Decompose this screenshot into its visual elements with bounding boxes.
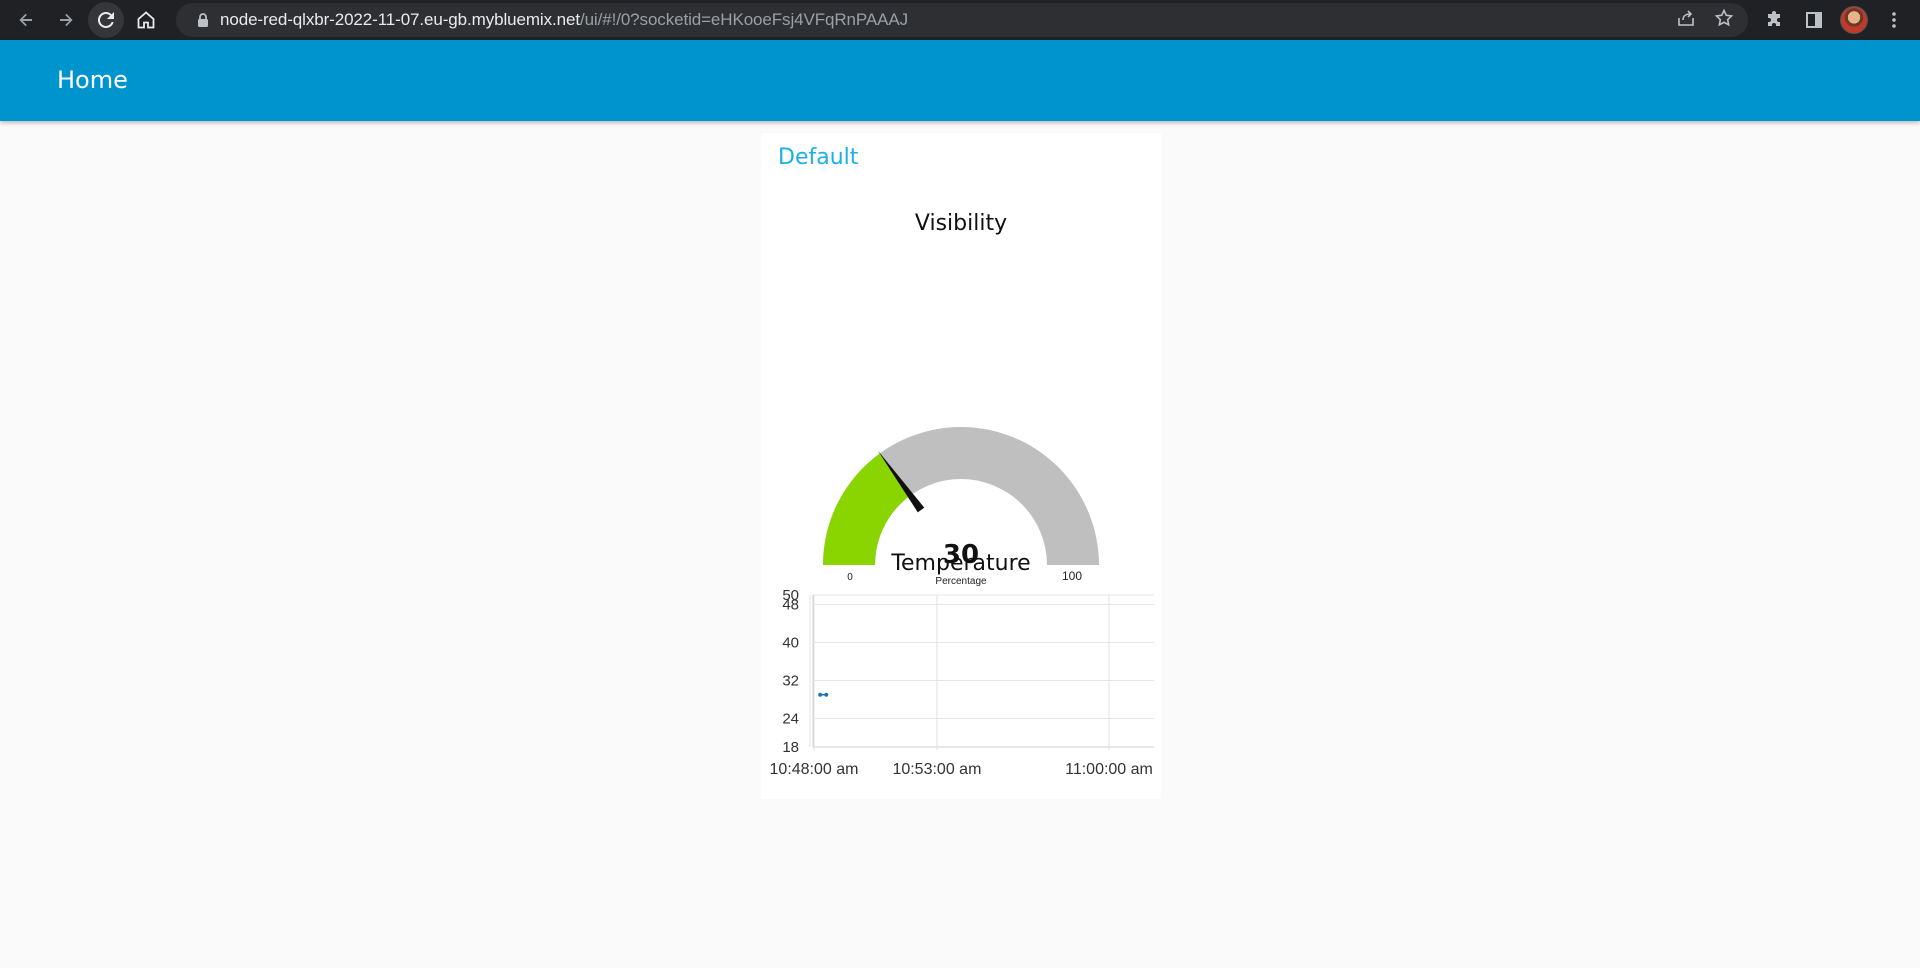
y-tick-label: 40 — [782, 635, 799, 652]
menu-button[interactable] — [1874, 0, 1914, 40]
side-panel-icon — [1806, 12, 1822, 28]
more-vert-icon — [1892, 12, 1896, 28]
profile-button[interactable] — [1834, 0, 1874, 40]
arrow-right-icon — [60, 13, 73, 27]
address-bar[interactable]: node-red-qlxbr-2022-11-07.eu-gb.mybluemi… — [176, 3, 1748, 37]
forward-button[interactable] — [46, 0, 86, 40]
avatar — [1840, 6, 1868, 34]
reload-icon — [97, 11, 114, 28]
home-button[interactable] — [126, 0, 166, 40]
share-icon[interactable] — [1676, 8, 1696, 33]
y-tick-label: 32 — [782, 673, 799, 690]
y-tick-label: 48 — [782, 597, 799, 614]
x-tick-label: 10:53:00 am — [892, 761, 981, 778]
group-title: Default — [778, 145, 859, 170]
browser-toolbar: node-red-qlxbr-2022-11-07.eu-gb.mybluemi… — [0, 0, 1920, 40]
chart-title: Temperature — [891, 551, 1031, 576]
arrow-left-icon — [19, 13, 32, 27]
gauge-title: Visibility — [914, 211, 1008, 236]
temperature-chart: 50484032241810:48:00 am 10:53:00 am 11:00:… — [770, 587, 1154, 778]
data-point — [824, 692, 829, 697]
x-tick-label: 10:48:00 am — [770, 761, 859, 778]
data-point — [818, 692, 823, 697]
y-tick-label: 18 — [782, 739, 799, 756]
bookmark-star-icon[interactable] — [1714, 8, 1734, 33]
reload-button[interactable] — [88, 2, 124, 38]
side-panel-button[interactable] — [1794, 0, 1834, 40]
back-button[interactable] — [6, 0, 46, 40]
url-path: /ui/#!/0?socketid=eHKooeFsj4VFqRnPAAAJ — [579, 10, 908, 29]
puzzle-icon — [1768, 11, 1780, 26]
page-title: Home — [57, 66, 128, 94]
group-card: Default Visibility 30 Percentage 0 100 T… — [761, 133, 1161, 799]
url-host: node-red-qlxbr-2022-11-07.eu-gb.mybluemi… — [220, 10, 580, 29]
dashboard-toolbar: Home — [0, 40, 1920, 121]
lock-icon — [186, 12, 220, 28]
y-tick-label: 24 — [782, 711, 799, 728]
extensions-button[interactable] — [1754, 0, 1794, 40]
home-icon — [137, 11, 155, 29]
x-tick-label: 11:00:00 am — [1065, 761, 1153, 778]
url-text: node-red-qlxbr-2022-11-07.eu-gb.mybluemi… — [220, 10, 908, 30]
